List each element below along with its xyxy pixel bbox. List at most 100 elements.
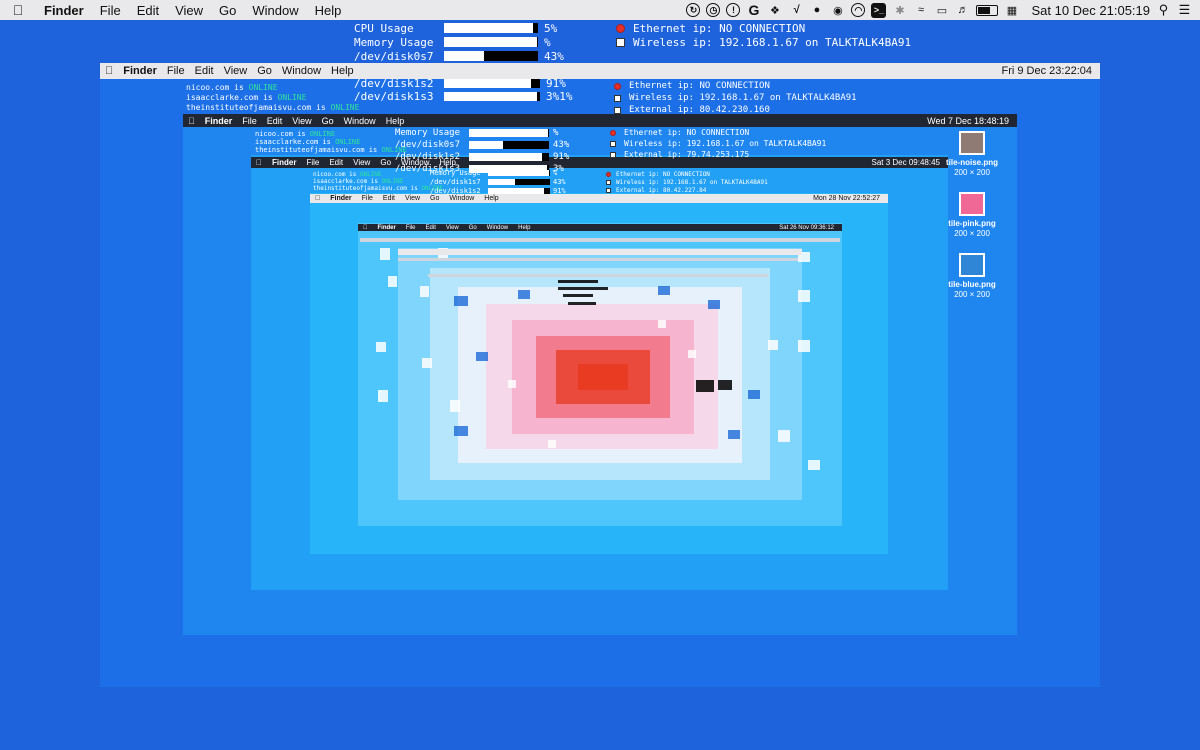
grammarly-icon[interactable]: G [746, 2, 761, 18]
usage-bar [444, 23, 538, 33]
wireless-ip: Wireless ip: 192.168.1.67 on TALKTALK4BA… [616, 178, 768, 186]
nested-menu-item: Go [374, 158, 391, 167]
site-row: isaacclarke.com is ONLINE [313, 178, 443, 185]
external-ip: External ip: 80.42.227.84 [616, 186, 707, 194]
nested-menu-item: File [401, 224, 416, 231]
menu-view[interactable]: View [167, 3, 211, 18]
nested-menu-item: Help [513, 224, 530, 231]
script-icon[interactable]: √ [788, 3, 803, 18]
network-row: External ip: 80.42.227.84 [606, 186, 768, 194]
stat-percent: 91% [553, 152, 570, 162]
nested-menu-item: Edit [186, 65, 214, 77]
nested-menu-item: Edit [260, 115, 283, 126]
timer-icon[interactable]: ◠ [851, 3, 866, 17]
nested-menu-item: Edit [421, 224, 436, 231]
apple-menu-icon[interactable]:  [0, 2, 36, 18]
stat-percent: 5% [544, 21, 558, 35]
notification-center-icon[interactable]: ☰ [1177, 2, 1192, 18]
status-dot-icon [606, 179, 611, 185]
nested-menu-app: Finder [373, 224, 396, 231]
usage-bar [444, 37, 538, 47]
status-dot-icon [610, 129, 616, 136]
apple-menu-icon:  [251, 158, 267, 167]
nested-menu-item: File [300, 158, 319, 167]
evernote-icon[interactable]: ● [809, 3, 824, 18]
nested-menubar-4:  Finder File Edit View Go Window Help M… [310, 194, 888, 203]
status-dot-icon [616, 23, 625, 33]
nested-menubar-3:  Finder File Edit View Go Window Help S… [251, 157, 948, 168]
info-icon[interactable]: ! [726, 3, 741, 17]
nested-menu-item: Window [482, 224, 508, 231]
site-host: theinstituteofjamaisvu.com is [255, 146, 382, 154]
apple-menu-icon:  [183, 116, 200, 126]
nested-menu-item: File [235, 115, 257, 126]
site-host: nicoo.com is [186, 83, 249, 92]
status-dot-icon [610, 140, 616, 147]
site-state: ONLINE [330, 103, 360, 112]
airplay-icon[interactable]: ▭ [934, 3, 949, 18]
usage-bar [488, 169, 550, 176]
stat-percent: 3%1% [546, 90, 573, 103]
dropbox-icon[interactable]: ❖ [767, 3, 782, 18]
menu-go[interactable]: Go [211, 3, 244, 18]
nested-menubar-clock: Mon 28 Nov 22:52:27 [813, 195, 880, 202]
external-ip: External ip: 80.42.230.160 [629, 105, 770, 115]
terminal-icon[interactable]: >_ [871, 2, 887, 18]
status-dot-icon [614, 106, 621, 114]
menu-help[interactable]: Help [307, 3, 350, 18]
usage-bar [444, 51, 538, 61]
menu-file[interactable]: File [92, 3, 129, 18]
nested-menu-item: Help [378, 115, 405, 126]
wifi-icon[interactable]: ≈ [913, 3, 928, 18]
menu-finder[interactable]: Finder [36, 3, 92, 18]
clock-icon[interactable]: ◷ [706, 3, 721, 17]
desktop-file-tile-blue[interactable]: tile-blue.png 200 × 200 [940, 253, 1004, 300]
nested-menu-item: File [158, 65, 185, 77]
stat-row: Memory Usage % [354, 35, 564, 49]
stat-row: Memory Usage % [430, 168, 566, 177]
site-row: theinstituteofjamaisvu.com is ONLINE [186, 103, 359, 113]
desktop-file-tile-pink[interactable]: tile-pink.png 200 × 200 [940, 192, 1004, 239]
usage-bar [444, 79, 540, 88]
file-dimensions: 200 × 200 [954, 290, 990, 299]
desktop-file-tile-noise[interactable]: tile-noise.png 200 × 200 [940, 131, 1004, 178]
network-row: Ethernet ip: NO CONNECTION [610, 127, 826, 138]
menubar-clock[interactable]: Sat 10 Dec 21:05:19 [1031, 3, 1150, 18]
stat-row: CPU Usage 5% [354, 21, 564, 35]
stat-percent: % [553, 168, 558, 177]
spotlight-search-icon[interactable]: ⚲ [1156, 2, 1171, 18]
github-icon[interactable]: ◉ [830, 3, 845, 18]
volume-icon[interactable]: ♬ [955, 3, 970, 18]
stat-percent: 91% [546, 77, 566, 90]
nested-menu-item: Edit [323, 158, 343, 167]
network-status-widget: Ethernet ip: NO CONNECTION Wireless ip: … [616, 21, 911, 49]
nested-menubar-2:  Finder File Edit View Go Window Help W… [183, 114, 1017, 127]
status-dot-icon [606, 187, 611, 193]
wireless-ip: Wireless ip: 192.168.1.67 on TALKTALK4BA… [629, 93, 857, 103]
stat-row: /dev/disk1s3 3%1% [354, 90, 573, 103]
site-status-widget: nicoo.com is ONLINE isaacclarke.com is O… [186, 83, 359, 113]
nested-menu-app: Finder [198, 115, 233, 126]
nested-menu-app: Finder [115, 65, 157, 77]
site-row: nicoo.com is ONLINE [186, 83, 359, 93]
nested-desktop-clutter [360, 238, 840, 470]
nested-menubar-6 [398, 249, 802, 255]
calendar-icon[interactable]: ▦ [1004, 3, 1019, 18]
stat-label: /dev/disk1s2 [354, 77, 434, 90]
nested-menu-item: Edit [377, 195, 395, 202]
bluetooth-icon[interactable]: ✱ [892, 3, 907, 18]
ethernet-ip: Ethernet ip: NO CONNECTION [633, 21, 806, 35]
site-state: ONLINE [248, 83, 278, 92]
nested-menubar-1:  Finder File Edit View Go Window Help F… [100, 63, 1100, 79]
network-row: Wireless ip: 192.168.1.67 on TALKTALK4BA… [606, 178, 768, 186]
menu-window[interactable]: Window [244, 3, 306, 18]
site-row: isaacclarke.com is ONLINE [255, 138, 407, 146]
network-row: Ethernet ip: NO CONNECTION [614, 80, 857, 92]
menu-edit[interactable]: Edit [129, 3, 167, 18]
site-status-widget-nested-2: nicoo.com is ONLINE isaacclarke.com is O… [313, 171, 443, 192]
nested-menubar-5:  Finder File Edit View Go Window Help S… [358, 224, 842, 231]
battery-icon[interactable] [976, 4, 999, 16]
file-name: tile-blue.png [948, 280, 996, 289]
sync-icon[interactable]: ↻ [686, 3, 701, 17]
site-state: ONLINE [381, 178, 404, 185]
